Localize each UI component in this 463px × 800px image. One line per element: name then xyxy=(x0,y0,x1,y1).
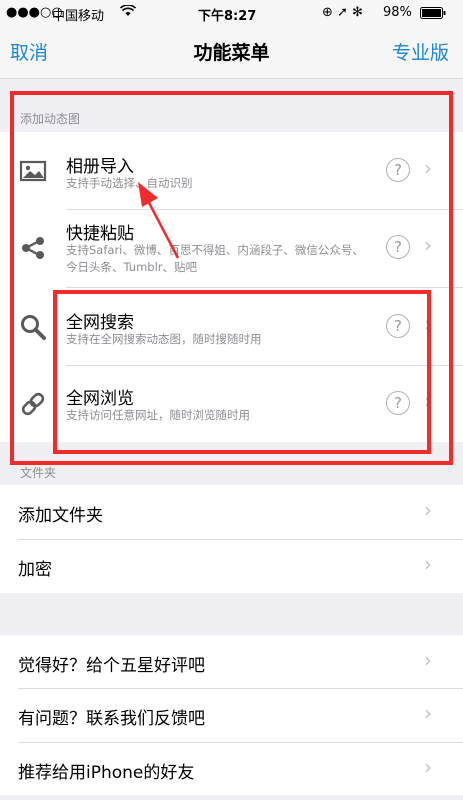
annotation-arrow xyxy=(138,182,180,259)
